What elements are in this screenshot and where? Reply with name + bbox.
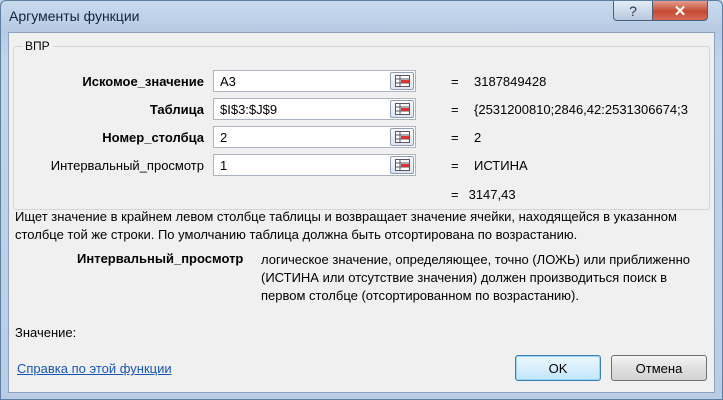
dialog-title: Аргументы функции	[9, 8, 140, 24]
range-lookup-field[interactable]	[213, 154, 416, 176]
column-index-input[interactable]	[214, 127, 395, 147]
ok-button[interactable]: OK	[515, 355, 601, 381]
arg-label: Искомое_значение	[82, 74, 204, 89]
value-label: Значение:	[15, 325, 77, 340]
table-field[interactable]	[213, 98, 416, 120]
arg-row-column-index: Номер_столбца = 2	[9, 126, 709, 150]
arg-result: ИСТИНА	[474, 158, 528, 173]
column-index-field[interactable]	[213, 126, 416, 148]
lookup-value-input[interactable]	[214, 71, 395, 91]
formula-result: 3147,43	[468, 187, 516, 202]
collapse-dialog-icon[interactable]	[390, 72, 414, 90]
equals-sign: =	[451, 130, 459, 145]
equals-sign: =	[451, 187, 459, 202]
collapse-dialog-icon[interactable]	[390, 156, 414, 174]
help-link[interactable]: Справка по этой функции	[17, 361, 172, 376]
dialog-body: ВПР Искомое_значение = 3187849428 Таблиц…	[8, 32, 715, 393]
equals-sign: =	[451, 158, 459, 173]
collapse-dialog-icon[interactable]	[390, 128, 414, 146]
function-arguments-dialog: Аргументы функции ? ✕ ВПР Искомое_значен…	[0, 0, 723, 400]
cancel-button[interactable]: Отмена	[611, 355, 707, 381]
arg-label: Интервальный_просмотр	[50, 158, 204, 173]
function-name: ВПР	[22, 39, 53, 53]
close-button[interactable]: ✕	[652, 1, 708, 21]
function-description: Ищет значение в крайнем левом столбце та…	[15, 209, 677, 242]
title-bar[interactable]: Аргументы функции ? ✕	[1, 1, 722, 33]
arg-label: Номер_столбца	[102, 130, 204, 145]
collapse-dialog-icon[interactable]	[390, 100, 414, 118]
formula-result-row: = 3147,43	[451, 187, 516, 202]
param-description: логическое значение, определяющее, точно…	[261, 252, 690, 303]
lookup-value-field[interactable]	[213, 70, 416, 92]
arg-row-range-lookup: Интервальный_просмотр = ИСТИНА	[9, 154, 709, 178]
arg-result: {2531200810;2846,42:2531306674;3	[474, 102, 688, 117]
arg-label: Таблица	[149, 102, 204, 117]
arg-result: 2	[474, 130, 482, 145]
help-button[interactable]: ?	[613, 1, 653, 21]
table-input[interactable]	[214, 99, 395, 119]
param-name: Интервальный_просмотр	[77, 251, 244, 266]
arg-row-table: Таблица = {2531200810;2846,42:2531306674…	[9, 98, 709, 122]
close-icon: ✕	[673, 2, 687, 20]
arg-row-lookup-value: Искомое_значение = 3187849428	[9, 70, 709, 94]
arg-result: 3187849428	[474, 74, 547, 89]
help-icon: ?	[629, 2, 637, 19]
equals-sign: =	[451, 74, 459, 89]
equals-sign: =	[451, 102, 459, 117]
range-lookup-input[interactable]	[214, 155, 395, 175]
